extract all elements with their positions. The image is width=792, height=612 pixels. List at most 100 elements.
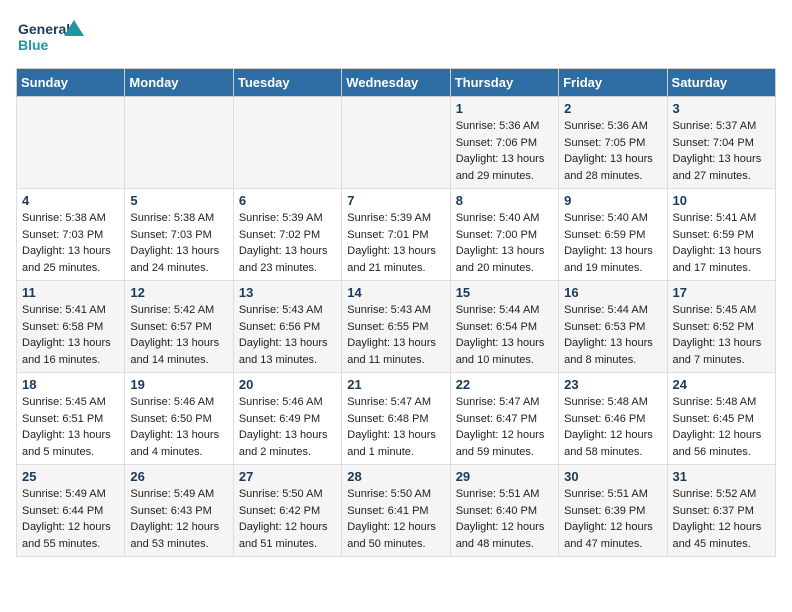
day-number: 15 <box>456 285 553 300</box>
calendar-cell: 24 Sunrise: 5:48 AM Sunset: 6:45 PM Dayli… <box>667 373 775 465</box>
day-info: Sunrise: 5:51 AM Sunset: 6:39 PM Dayligh… <box>564 486 661 552</box>
day-info: Sunrise: 5:48 AM Sunset: 6:46 PM Dayligh… <box>564 394 661 460</box>
day-info: Sunrise: 5:36 AM Sunset: 7:06 PM Dayligh… <box>456 118 553 184</box>
day-header-monday: Monday <box>125 69 233 97</box>
calendar-cell: 8 Sunrise: 5:40 AM Sunset: 7:00 PM Daylig… <box>450 189 558 281</box>
day-number: 5 <box>130 193 227 208</box>
day-number: 18 <box>22 377 119 392</box>
calendar-body: 1 Sunrise: 5:36 AM Sunset: 7:06 PM Daylig… <box>17 97 776 557</box>
week-row-3: 11 Sunrise: 5:41 AM Sunset: 6:58 PM Dayli… <box>17 281 776 373</box>
day-number: 11 <box>22 285 119 300</box>
calendar-cell <box>17 97 125 189</box>
day-number: 26 <box>130 469 227 484</box>
calendar-cell: 23 Sunrise: 5:48 AM Sunset: 6:46 PM Dayli… <box>559 373 667 465</box>
week-row-4: 18Sunrise: 5:45 AM Sunset: 6:51 PM Dayli… <box>17 373 776 465</box>
day-info: Sunrise: 5:41 AM Sunset: 6:58 PM Dayligh… <box>22 302 119 368</box>
day-info: Sunrise: 5:43 AM Sunset: 6:56 PM Dayligh… <box>239 302 336 368</box>
calendar-cell: 20Sunrise: 5:46 AM Sunset: 6:49 PM Dayli… <box>233 373 341 465</box>
day-header-saturday: Saturday <box>667 69 775 97</box>
day-number: 12 <box>130 285 227 300</box>
calendar-cell: 26 Sunrise: 5:49 AM Sunset: 6:43 PM Dayli… <box>125 465 233 557</box>
calendar-cell <box>342 97 450 189</box>
week-row-1: 1 Sunrise: 5:36 AM Sunset: 7:06 PM Daylig… <box>17 97 776 189</box>
calendar-cell: 29Sunrise: 5:51 AM Sunset: 6:40 PM Dayli… <box>450 465 558 557</box>
day-info: Sunrise: 5:40 AM Sunset: 7:00 PM Dayligh… <box>456 210 553 276</box>
day-info: Sunrise: 5:50 AM Sunset: 6:42 PM Dayligh… <box>239 486 336 552</box>
day-number: 4 <box>22 193 119 208</box>
day-number: 23 <box>564 377 661 392</box>
day-number: 1 <box>456 101 553 116</box>
day-info: Sunrise: 5:39 AM Sunset: 7:01 PM Dayligh… <box>347 210 444 276</box>
day-info: Sunrise: 5:48 AM Sunset: 6:45 PM Dayligh… <box>673 394 770 460</box>
svg-text:Blue: Blue <box>18 37 49 53</box>
day-info: Sunrise: 5:44 AM Sunset: 6:53 PM Dayligh… <box>564 302 661 368</box>
day-number: 28 <box>347 469 444 484</box>
day-number: 20 <box>239 377 336 392</box>
day-number: 9 <box>564 193 661 208</box>
calendar-cell: 21 Sunrise: 5:47 AM Sunset: 6:48 PM Dayli… <box>342 373 450 465</box>
calendar-cell: 10Sunrise: 5:41 AM Sunset: 6:59 PM Dayli… <box>667 189 775 281</box>
calendar-cell: 19 Sunrise: 5:46 AM Sunset: 6:50 PM Dayli… <box>125 373 233 465</box>
day-info: Sunrise: 5:40 AM Sunset: 6:59 PM Dayligh… <box>564 210 661 276</box>
day-number: 21 <box>347 377 444 392</box>
calendar-cell: 13 Sunrise: 5:43 AM Sunset: 6:56 PM Dayli… <box>233 281 341 373</box>
calendar-cell: 22Sunrise: 5:47 AM Sunset: 6:47 PM Dayli… <box>450 373 558 465</box>
logo: General Blue <box>16 16 86 60</box>
day-info: Sunrise: 5:42 AM Sunset: 6:57 PM Dayligh… <box>130 302 227 368</box>
day-number: 13 <box>239 285 336 300</box>
calendar-cell: 27 Sunrise: 5:50 AM Sunset: 6:42 PM Dayli… <box>233 465 341 557</box>
day-info: Sunrise: 5:50 AM Sunset: 6:41 PM Dayligh… <box>347 486 444 552</box>
calendar-cell: 4 Sunrise: 5:38 AM Sunset: 7:03 PM Daylig… <box>17 189 125 281</box>
calendar-table: SundayMondayTuesdayWednesdayThursdayFrid… <box>16 68 776 557</box>
day-number: 2 <box>564 101 661 116</box>
calendar-cell: 17 Sunrise: 5:45 AM Sunset: 6:52 PM Dayli… <box>667 281 775 373</box>
day-number: 6 <box>239 193 336 208</box>
day-number: 16 <box>564 285 661 300</box>
day-info: Sunrise: 5:38 AM Sunset: 7:03 PM Dayligh… <box>22 210 119 276</box>
day-number: 30 <box>564 469 661 484</box>
week-row-5: 25 Sunrise: 5:49 AM Sunset: 6:44 PM Dayli… <box>17 465 776 557</box>
day-number: 31 <box>673 469 770 484</box>
calendar-cell: 25 Sunrise: 5:49 AM Sunset: 6:44 PM Dayli… <box>17 465 125 557</box>
calendar-cell <box>125 97 233 189</box>
day-info: Sunrise: 5:39 AM Sunset: 7:02 PM Dayligh… <box>239 210 336 276</box>
calendar-cell: 5 Sunrise: 5:38 AM Sunset: 7:03 PM Daylig… <box>125 189 233 281</box>
day-header-tuesday: Tuesday <box>233 69 341 97</box>
calendar-cell: 16 Sunrise: 5:44 AM Sunset: 6:53 PM Dayli… <box>559 281 667 373</box>
day-number: 19 <box>130 377 227 392</box>
day-info: Sunrise: 5:38 AM Sunset: 7:03 PM Dayligh… <box>130 210 227 276</box>
day-number: 27 <box>239 469 336 484</box>
day-number: 22 <box>456 377 553 392</box>
day-number: 17 <box>673 285 770 300</box>
day-info: Sunrise: 5:47 AM Sunset: 6:48 PM Dayligh… <box>347 394 444 460</box>
calendar-cell: 2 Sunrise: 5:36 AM Sunset: 7:05 PM Daylig… <box>559 97 667 189</box>
day-number: 29 <box>456 469 553 484</box>
calendar-cell: 1 Sunrise: 5:36 AM Sunset: 7:06 PM Daylig… <box>450 97 558 189</box>
day-number: 14 <box>347 285 444 300</box>
day-header-wednesday: Wednesday <box>342 69 450 97</box>
calendar-cell <box>233 97 341 189</box>
calendar-cell: 3Sunrise: 5:37 AM Sunset: 7:04 PM Daylig… <box>667 97 775 189</box>
logo-svg: General Blue <box>16 16 86 60</box>
day-number: 3 <box>673 101 770 116</box>
calendar-cell: 9 Sunrise: 5:40 AM Sunset: 6:59 PM Daylig… <box>559 189 667 281</box>
day-info: Sunrise: 5:49 AM Sunset: 6:44 PM Dayligh… <box>22 486 119 552</box>
day-number: 25 <box>22 469 119 484</box>
calendar-cell: 14 Sunrise: 5:43 AM Sunset: 6:55 PM Dayli… <box>342 281 450 373</box>
svg-text:General: General <box>18 21 70 37</box>
day-info: Sunrise: 5:36 AM Sunset: 7:05 PM Dayligh… <box>564 118 661 184</box>
day-info: Sunrise: 5:44 AM Sunset: 6:54 PM Dayligh… <box>456 302 553 368</box>
day-number: 24 <box>673 377 770 392</box>
day-header-thursday: Thursday <box>450 69 558 97</box>
day-info: Sunrise: 5:41 AM Sunset: 6:59 PM Dayligh… <box>673 210 770 276</box>
day-info: Sunrise: 5:43 AM Sunset: 6:55 PM Dayligh… <box>347 302 444 368</box>
calendar-cell: 7 Sunrise: 5:39 AM Sunset: 7:01 PM Daylig… <box>342 189 450 281</box>
day-number: 8 <box>456 193 553 208</box>
day-info: Sunrise: 5:52 AM Sunset: 6:37 PM Dayligh… <box>673 486 770 552</box>
calendar-cell: 30 Sunrise: 5:51 AM Sunset: 6:39 PM Dayli… <box>559 465 667 557</box>
day-info: Sunrise: 5:49 AM Sunset: 6:43 PM Dayligh… <box>130 486 227 552</box>
header-row: SundayMondayTuesdayWednesdayThursdayFrid… <box>17 69 776 97</box>
day-info: Sunrise: 5:45 AM Sunset: 6:52 PM Dayligh… <box>673 302 770 368</box>
day-info: Sunrise: 5:46 AM Sunset: 6:50 PM Dayligh… <box>130 394 227 460</box>
day-number: 7 <box>347 193 444 208</box>
